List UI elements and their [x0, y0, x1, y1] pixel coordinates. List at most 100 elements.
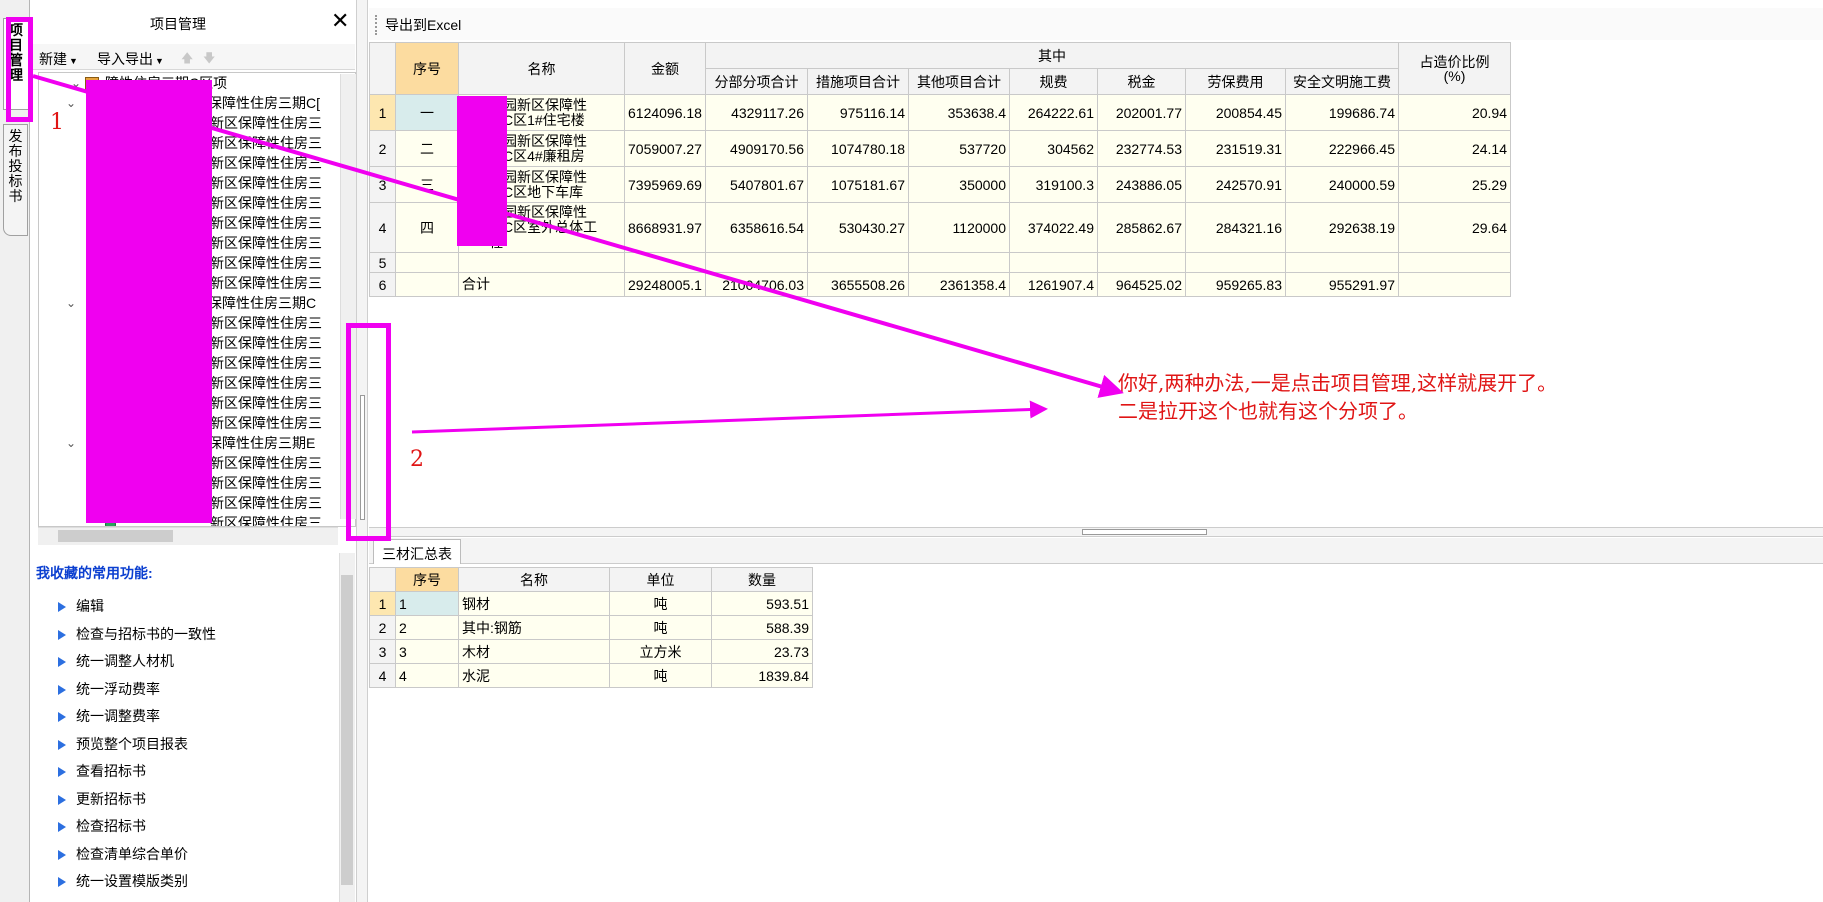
mat-name-cell[interactable]: 水泥 — [458, 663, 610, 688]
tree-scroll-thumb[interactable] — [58, 530, 173, 542]
ratio-cell[interactable]: 29.64 — [1398, 202, 1511, 253]
value-cell[interactable]: 6358616.54 — [705, 202, 808, 253]
value-cell[interactable]: 5407801.67 — [705, 166, 808, 203]
value-cell[interactable]: 2361358.4 — [908, 272, 1010, 297]
name-cell[interactable]: 合计 — [458, 272, 625, 297]
tab-materials-summary[interactable]: 三材汇总表 — [373, 539, 461, 564]
value-cell[interactable]: 284321.16 — [1185, 202, 1286, 253]
favorite-item[interactable]: 统一调整费率 — [58, 706, 160, 726]
move-down-icon[interactable]: 🡇 — [203, 49, 215, 70]
import-export-menu-button[interactable]: 导入导出 ▼ — [97, 49, 164, 69]
seq-cell[interactable]: 一 — [395, 94, 459, 131]
amount-cell[interactable]: 7059007.27 — [624, 130, 706, 167]
ratio-cell[interactable]: 20.94 — [1398, 94, 1511, 131]
ratio-cell[interactable] — [1398, 252, 1511, 273]
seq-cell[interactable]: 四 — [395, 202, 459, 253]
value-cell[interactable]: 530430.27 — [807, 202, 909, 253]
favorite-item[interactable]: 预览整个项目报表 — [58, 734, 188, 754]
value-cell[interactable]: 955291.97 — [1285, 272, 1399, 297]
ratio-cell[interactable]: 24.14 — [1398, 130, 1511, 167]
value-cell[interactable]: 537720 — [908, 130, 1010, 167]
value-cell[interactable]: 200854.45 — [1185, 94, 1286, 131]
tree-item[interactable]: ⌄ 区保障性住房三期E — [66, 433, 315, 453]
seq-cell[interactable]: 三 — [395, 166, 459, 203]
value-cell[interactable]: 4909170.56 — [705, 130, 808, 167]
mat-name-cell[interactable]: 其中:钢筋 — [458, 615, 610, 640]
value-cell[interactable] — [908, 252, 1010, 273]
table-row[interactable]: 4 4 水泥吨 1839.84 — [369, 663, 813, 688]
value-cell[interactable] — [1009, 252, 1098, 273]
value-cell[interactable] — [1285, 252, 1399, 273]
chevron-down-icon[interactable]: ⌄ — [71, 73, 81, 93]
value-cell[interactable] — [1185, 252, 1286, 273]
value-cell[interactable]: 959265.83 — [1185, 272, 1286, 297]
value-cell[interactable]: 1120000 — [908, 202, 1010, 253]
table-row[interactable]: 4四梨园新区保障性 期C区室外总体工 程8668931.976358616.54… — [369, 202, 1511, 253]
seq-cell[interactable] — [395, 272, 459, 297]
seq-cell[interactable] — [395, 252, 459, 273]
mat-idx-cell[interactable]: 4 — [369, 663, 396, 688]
mat-qty-cell[interactable]: 588.39 — [711, 615, 813, 640]
mat-idx-cell[interactable]: 2 — [369, 615, 396, 640]
row-index-cell[interactable]: 3 — [369, 166, 396, 203]
value-cell[interactable]: 374022.49 — [1009, 202, 1098, 253]
favorites-scroll-thumb[interactable] — [341, 575, 353, 885]
value-cell[interactable]: 199686.74 — [1285, 94, 1399, 131]
chevron-down-icon[interactable]: ⌄ — [66, 433, 76, 453]
value-cell[interactable]: 242570.91 — [1185, 166, 1286, 203]
value-cell[interactable]: 243886.05 — [1097, 166, 1186, 203]
favorite-item[interactable]: 统一调整人材机 — [58, 651, 174, 671]
value-cell[interactable] — [807, 252, 909, 273]
amount-cell[interactable]: 6124096.18 — [624, 94, 706, 131]
mat-seq-cell[interactable]: 2 — [395, 615, 459, 640]
favorite-item[interactable]: 统一设置模版类别 — [58, 871, 188, 891]
mat-unit-cell[interactable]: 吨 — [609, 663, 712, 688]
value-cell[interactable]: 285862.67 — [1097, 202, 1186, 253]
value-cell[interactable] — [1097, 252, 1186, 273]
row-index-cell[interactable]: 5 — [369, 252, 396, 273]
value-cell[interactable]: 353638.4 — [908, 94, 1010, 131]
value-cell[interactable]: 1074780.18 — [807, 130, 909, 167]
row-index-cell[interactable]: 4 — [369, 202, 396, 253]
mat-unit-cell[interactable]: 吨 — [609, 591, 712, 616]
value-cell[interactable]: 4329117.26 — [705, 94, 808, 131]
mat-qty-cell[interactable]: 23.73 — [711, 639, 813, 664]
table-row[interactable]: 1 一梨园新区保障性 期C区1#住宅楼 6124096.18 4329117.26 97… — [369, 94, 1511, 131]
value-cell[interactable]: 231519.31 — [1185, 130, 1286, 167]
value-cell[interactable]: 202001.77 — [1097, 94, 1186, 131]
chevron-down-icon[interactable]: ⌄ — [66, 293, 76, 313]
row-index-cell[interactable]: 2 — [369, 130, 396, 167]
value-cell[interactable]: 21004706.03 — [705, 272, 808, 297]
mat-name-cell[interactable]: 钢材 — [458, 591, 610, 616]
value-cell[interactable]: 240000.59 — [1285, 166, 1399, 203]
tree-item[interactable]: ⌄ 区保障性住房三期C — [66, 293, 316, 313]
favorite-item[interactable]: 统一浮动费率 — [58, 679, 160, 699]
amount-cell[interactable] — [624, 252, 706, 273]
value-cell[interactable]: 264222.61 — [1009, 94, 1098, 131]
favorite-item[interactable]: 检查招标书 — [58, 816, 146, 836]
seq-cell[interactable]: 二 — [395, 130, 459, 167]
table-row[interactable]: 3 三梨园新区保障性 期C区地下车库 7395969.69 5407801.67 107… — [369, 166, 1511, 203]
favorite-item[interactable]: 检查清单综合单价 — [58, 844, 188, 864]
table-row[interactable]: 5 — [369, 252, 1511, 273]
tab-publish-bid[interactable]: 发布投标书 — [3, 124, 28, 236]
value-cell[interactable]: 975116.14 — [807, 94, 909, 131]
table-row[interactable]: 6 合计 29248005.1 21004706.03 3655508.26 236135… — [369, 272, 1511, 297]
table-row[interactable]: 2 二梨园新区保障性 期C区4#廉租房 7059007.27 4909170.56 10… — [369, 130, 1511, 167]
mat-seq-cell[interactable]: 3 — [395, 639, 459, 664]
horizontal-splitter-grip[interactable] — [1082, 529, 1207, 535]
mat-unit-cell[interactable]: 吨 — [609, 615, 712, 640]
value-cell[interactable]: 964525.02 — [1097, 272, 1186, 297]
value-cell[interactable]: 292638.19 — [1285, 202, 1399, 253]
mat-qty-cell[interactable]: 1839.84 — [711, 663, 813, 688]
value-cell[interactable]: 3655508.26 — [807, 272, 909, 297]
table-row[interactable]: 1 1 钢材吨 593.51 — [369, 591, 813, 616]
value-cell[interactable] — [705, 252, 808, 273]
amount-cell[interactable]: 29248005.1 — [624, 272, 706, 297]
value-cell[interactable]: 319100.3 — [1009, 166, 1098, 203]
close-icon[interactable]: ✕ — [331, 10, 349, 32]
mat-unit-cell[interactable]: 立方米 — [609, 639, 712, 664]
favorite-item[interactable]: 检查与招标书的一致性 — [58, 624, 216, 644]
value-cell[interactable]: 222966.45 — [1285, 130, 1399, 167]
chevron-down-icon[interactable]: ⌄ — [66, 93, 76, 113]
